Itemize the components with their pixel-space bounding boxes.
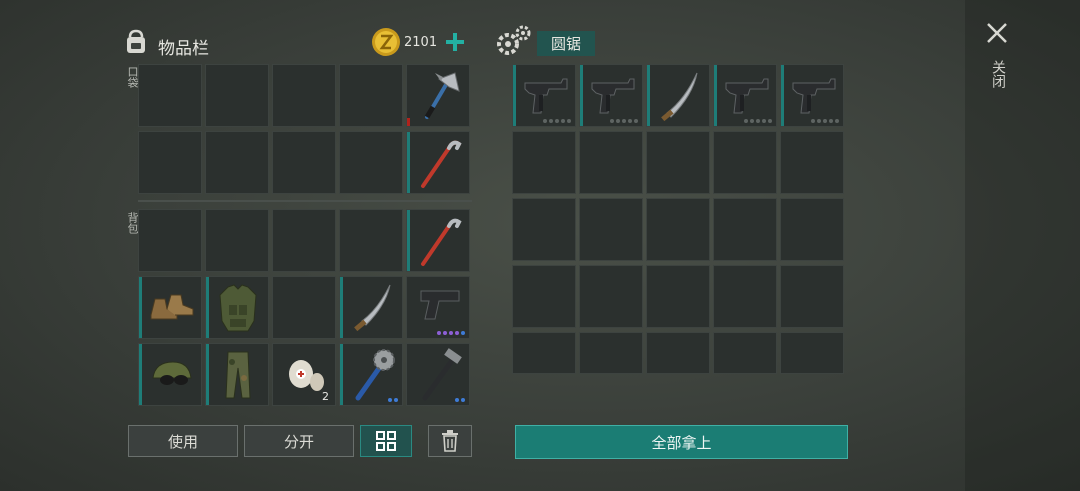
use-button[interactable]: 使用: [128, 425, 238, 457]
backpack-icon: [127, 29, 145, 53]
container-slot[interactable]: [646, 198, 710, 261]
container-slot[interactable]: [646, 332, 710, 374]
backpack-slot-pants[interactable]: [205, 343, 269, 406]
coin-icon: [372, 28, 400, 56]
container-slot-uzi[interactable]: [780, 64, 844, 127]
container-slot[interactable]: [512, 332, 576, 374]
trash-icon: [442, 430, 458, 452]
machete-icon: [354, 284, 391, 332]
container-slot[interactable]: [512, 265, 576, 328]
container-slot[interactable]: [646, 131, 710, 194]
container-slot[interactable]: [713, 131, 777, 194]
container-slot[interactable]: [713, 198, 777, 261]
rarity-dots: [610, 119, 638, 123]
backpack-slot[interactable]: [272, 209, 336, 272]
pocket-slot[interactable]: [205, 131, 269, 194]
container-slot[interactable]: [512, 198, 576, 261]
backpack-slot-crowbar[interactable]: [406, 209, 470, 272]
side-panel: [965, 0, 1080, 491]
item-quantity: 2: [322, 390, 329, 403]
coin-count: 2101: [404, 35, 438, 50]
backpack-slot-saw-mace[interactable]: [339, 343, 403, 406]
uzi-icon: [792, 78, 836, 114]
pocket-slot-crowbar[interactable]: [406, 131, 470, 194]
backpack-slot[interactable]: [339, 209, 403, 272]
inventory-title: 物品栏: [158, 39, 209, 59]
camo-pants-icon: [225, 351, 251, 399]
rarity-dots: [811, 119, 839, 123]
backpack-slot[interactable]: [272, 276, 336, 339]
container-slot[interactable]: [579, 131, 643, 194]
rarity-dots: [455, 398, 465, 402]
pocket-slot[interactable]: [339, 64, 403, 127]
backpack-slot-cap[interactable]: [138, 343, 202, 406]
take-all-button[interactable]: 全部拿上: [515, 425, 848, 459]
container-slot[interactable]: [579, 265, 643, 328]
container-slot-uzi[interactable]: [579, 64, 643, 127]
pocket-slot[interactable]: [138, 131, 202, 194]
machete-icon: [661, 72, 698, 122]
crowbar-icon: [421, 140, 462, 188]
backpack-slot[interactable]: [138, 209, 202, 272]
section-divider: [138, 200, 472, 202]
backpack-slot[interactable]: [205, 209, 269, 272]
container-slot[interactable]: [780, 332, 844, 374]
container-slot[interactable]: [780, 265, 844, 328]
uzi-icon: [591, 78, 635, 114]
crowbar-icon: [421, 218, 462, 266]
sort-button[interactable]: [360, 425, 412, 457]
container-slot[interactable]: [713, 332, 777, 374]
split-button[interactable]: 分开: [244, 425, 354, 457]
hammer-icon: [422, 348, 462, 401]
container-slot-uzi[interactable]: [713, 64, 777, 127]
container-slot[interactable]: [512, 131, 576, 194]
rarity-dots: [543, 119, 571, 123]
cap-goggles-icon: [152, 361, 192, 385]
rarity-dots: [744, 119, 772, 123]
container-slot-machete[interactable]: [646, 64, 710, 127]
pocket-slot[interactable]: [339, 131, 403, 194]
rarity-dots: [437, 331, 465, 335]
container-title: 圆锯: [537, 31, 595, 56]
gears-icon: [497, 25, 531, 55]
pocket-slot[interactable]: [272, 131, 336, 194]
pistol-icon: [420, 290, 460, 320]
tactical-vest-icon: [219, 284, 257, 332]
plus-icon[interactable]: [445, 32, 465, 52]
pocket-slot[interactable]: [205, 64, 269, 127]
sawblade-mace-icon: [355, 349, 395, 401]
backpack-slot-machete[interactable]: [339, 276, 403, 339]
container-slot[interactable]: [579, 198, 643, 261]
fire-axe-icon: [424, 72, 460, 119]
backpack-slot-hammer[interactable]: [406, 343, 470, 406]
container-slot[interactable]: [780, 198, 844, 261]
container-slot-uzi[interactable]: [512, 64, 576, 127]
pocket-slot[interactable]: [272, 64, 336, 127]
container-slot[interactable]: [713, 265, 777, 328]
trash-button[interactable]: [428, 425, 472, 457]
backpack-slot-vest[interactable]: [205, 276, 269, 339]
container-slot[interactable]: [646, 265, 710, 328]
uzi-icon: [725, 78, 769, 114]
backpack-slot-boots[interactable]: [138, 276, 202, 339]
container-slot[interactable]: [579, 332, 643, 374]
pocket-slot[interactable]: [138, 64, 202, 127]
sort-grid-icon: [376, 431, 396, 451]
backpack-slot-pistol[interactable]: [406, 276, 470, 339]
backpack-slot-bandage[interactable]: 2: [272, 343, 336, 406]
pocket-slot-fire-axe[interactable]: [406, 64, 470, 127]
close-label[interactable]: 关闭: [988, 60, 1008, 88]
uzi-icon: [524, 78, 568, 114]
rarity-dots: [388, 398, 398, 402]
container-slot[interactable]: [780, 131, 844, 194]
boots-icon: [150, 294, 194, 320]
close-icon[interactable]: [986, 22, 1008, 44]
